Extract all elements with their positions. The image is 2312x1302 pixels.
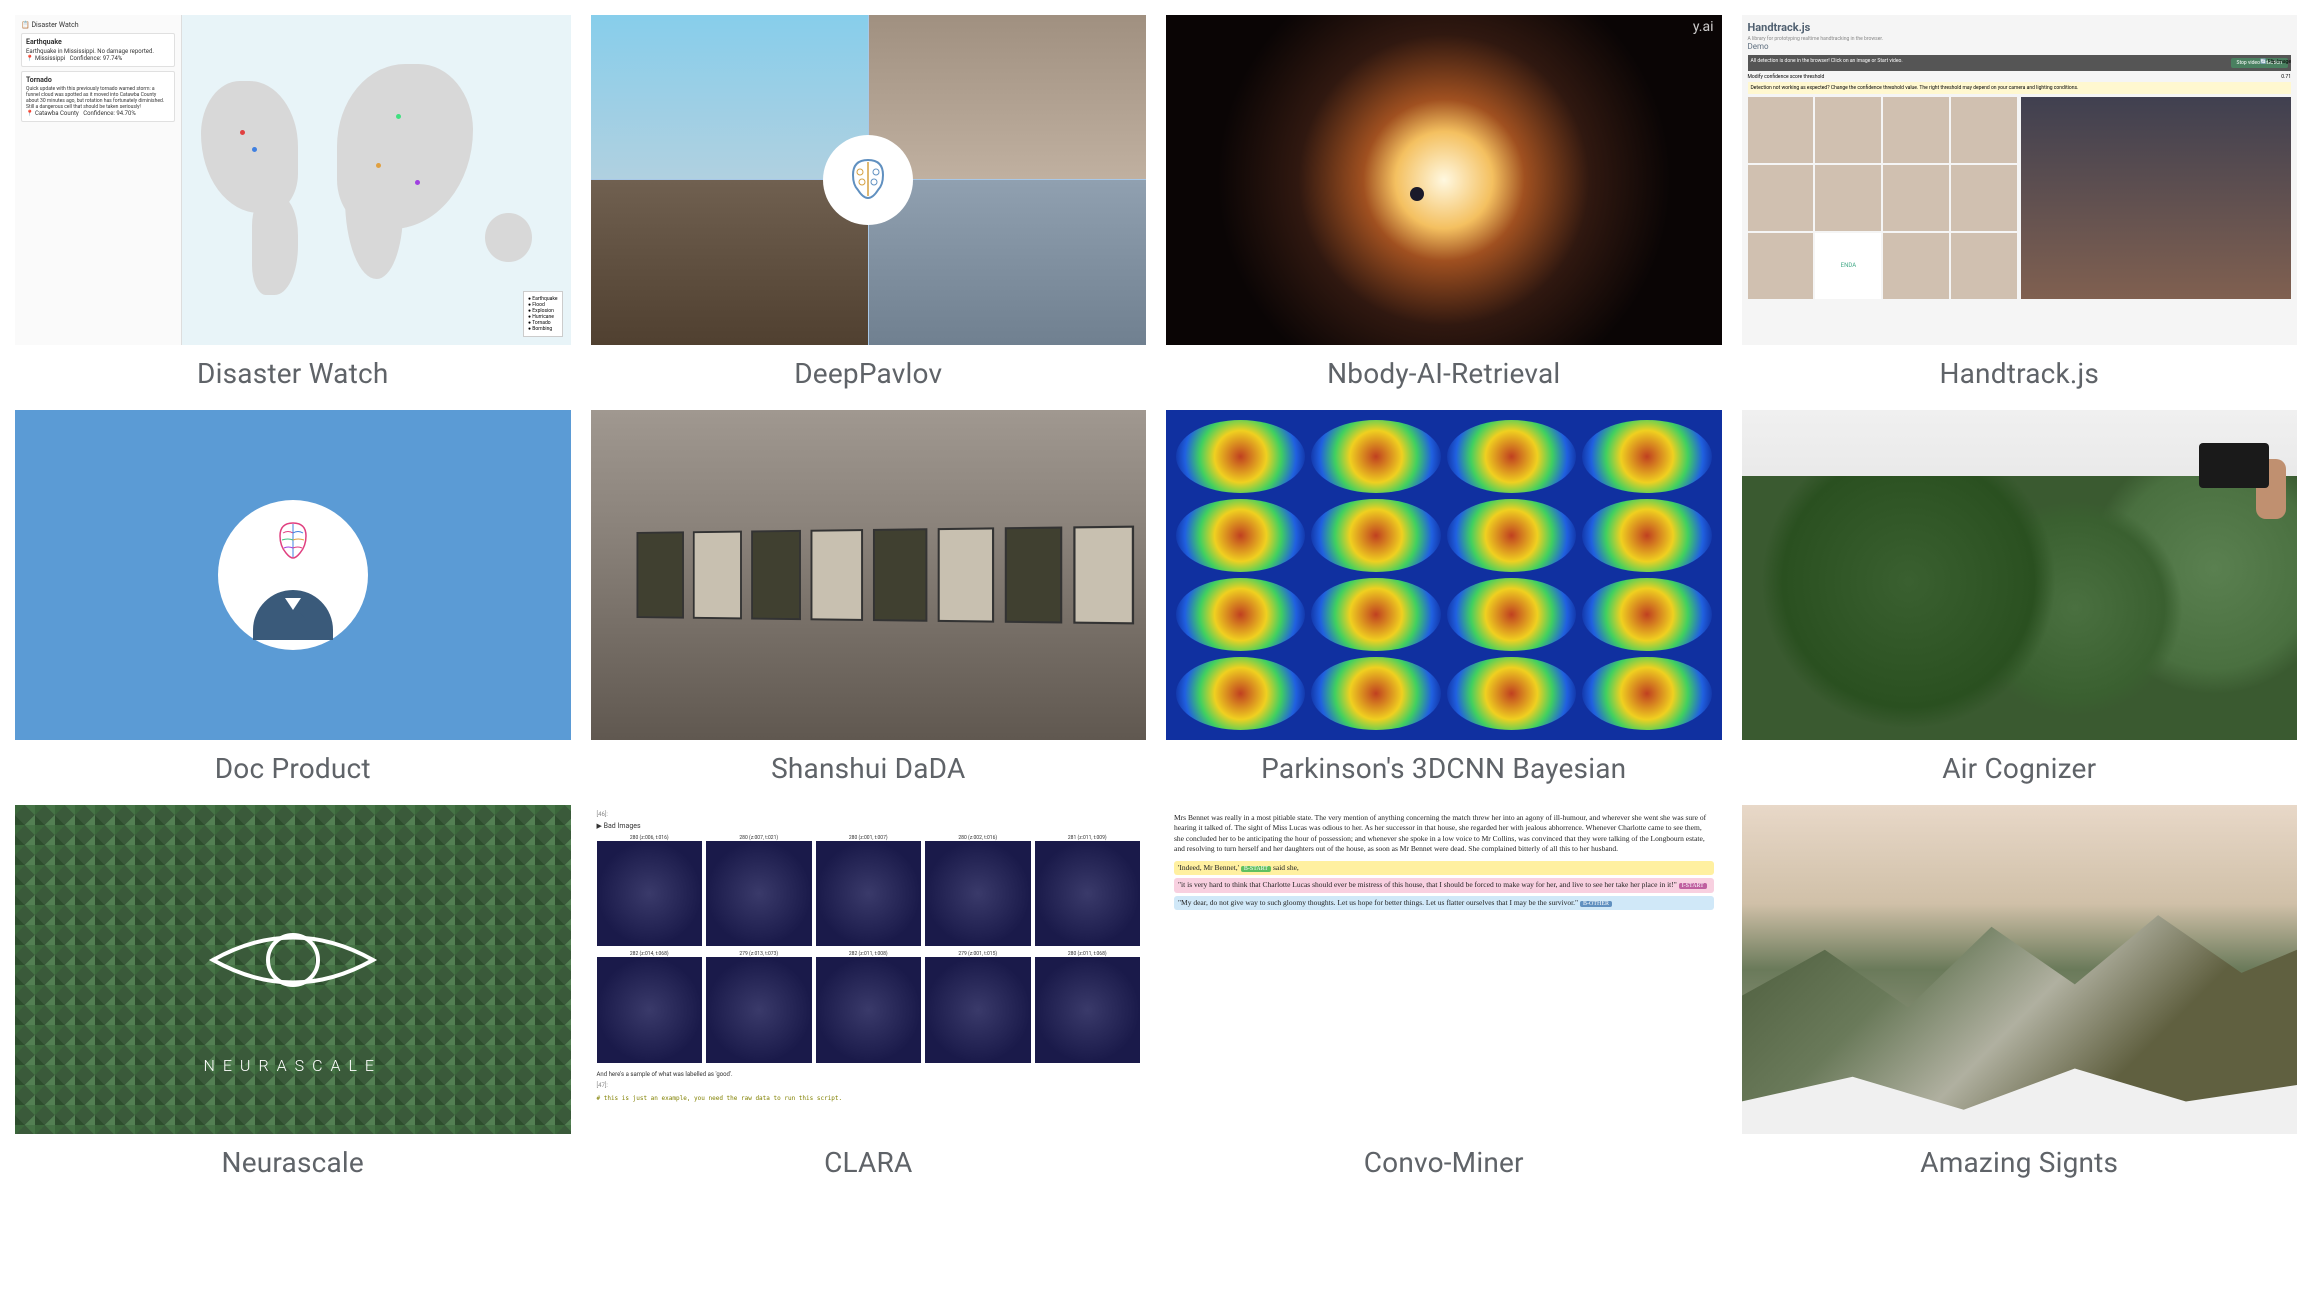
card-neurascale[interactable]: NEURASCALE Neurascale xyxy=(15,805,571,1180)
card-clara[interactable]: [46]: ▶ Bad Images 280 (z:006, t:016) 28… xyxy=(591,805,1147,1180)
card-docproduct[interactable]: Doc Product xyxy=(15,410,571,785)
thumbnail-docproduct xyxy=(15,410,571,740)
thumbnail-parkinsons xyxy=(1166,410,1722,740)
thumbnail-deeppavlov xyxy=(591,15,1147,345)
card-title-amazingsights: Amazing Signts xyxy=(1920,1146,2118,1179)
cm-line-3: "My dear, do not give way to such gloomy… xyxy=(1174,896,1714,911)
thumbnail-handtrack: Handtrack.js A library for prototyping r… xyxy=(1742,15,2298,345)
brain-icon xyxy=(268,518,318,563)
thumbnail-neurascale: NEURASCALE xyxy=(15,805,571,1135)
card-title-parkinsons: Parkinson's 3DCNN Bayesian xyxy=(1261,752,1626,785)
dw-legend: ● Earthquake ● Flood ● Explosion ● Hurri… xyxy=(523,291,563,337)
thumbnail-convominer: Mrs Bennet was really in a most pitiable… xyxy=(1166,805,1722,1135)
card-title-docproduct: Doc Product xyxy=(215,752,371,785)
thumbnail-disaster-watch: 📋 Disaster Watch Earthquake Earthquake i… xyxy=(15,15,571,345)
dw-event-sub-1: Quick update with this previously tornad… xyxy=(26,86,170,110)
card-title-nbody: Nbody-AI-Retrieval xyxy=(1327,357,1560,390)
thumbnail-aircognizer xyxy=(1742,410,2298,740)
card-nbody[interactable]: y.ai Nbody-AI-Retrieval xyxy=(1166,15,1722,390)
thumbnail-amazingsights xyxy=(1742,805,2298,1135)
card-parkinsons[interactable]: Parkinson's 3DCNN Bayesian xyxy=(1166,410,1722,785)
card-convominer[interactable]: Mrs Bennet was really in a most pitiable… xyxy=(1166,805,1722,1180)
project-grid: 📋 Disaster Watch Earthquake Earthquake i… xyxy=(15,15,2297,1179)
dw-event-sub-0: Earthquake in Mississippi. No damage rep… xyxy=(26,48,170,55)
cm-paragraph: Mrs Bennet was really in a most pitiable… xyxy=(1174,813,1714,855)
card-title-handtrack: Handtrack.js xyxy=(1939,357,2099,390)
card-title-shanshui: Shanshui DaDA xyxy=(771,752,965,785)
ht-notice: Detection not working as expected? Chang… xyxy=(1748,82,2292,94)
card-handtrack[interactable]: Handtrack.js A library for prototyping r… xyxy=(1742,15,2298,390)
neurascale-logo-text: NEURASCALE xyxy=(203,1056,382,1075)
ht-header: Handtrack.js xyxy=(1748,21,2292,34)
eye-icon xyxy=(203,910,383,1010)
doctor-icon xyxy=(253,590,333,640)
card-disaster-watch[interactable]: 📋 Disaster Watch Earthquake Earthquake i… xyxy=(15,15,571,390)
nbody-watermark: y.ai xyxy=(1693,19,1714,35)
thumbnail-shanshui xyxy=(591,410,1147,740)
card-title-clara: CLARA xyxy=(824,1146,912,1179)
card-amazingsights[interactable]: Amazing Signts xyxy=(1742,805,2298,1180)
dw-event-title-0: Earthquake xyxy=(26,38,170,46)
card-title-disaster-watch: Disaster Watch xyxy=(197,357,388,390)
card-aircognizer[interactable]: Air Cognizer xyxy=(1742,410,2298,785)
cm-line-1: 'Indeed, Mr Bennet,' B-START said she, xyxy=(1174,861,1714,876)
card-deeppavlov[interactable]: DeepPavlov xyxy=(591,15,1147,390)
thumbnail-nbody: y.ai xyxy=(1166,15,1722,345)
brain-icon xyxy=(823,135,913,225)
ht-demo-label: Demo xyxy=(1748,42,2292,51)
card-shanshui[interactable]: Shanshui DaDA xyxy=(591,410,1147,785)
cm-line-2: "it is very hard to think that Charlotte… xyxy=(1174,878,1714,893)
phone-icon xyxy=(2199,443,2269,488)
card-title-convominer: Convo-Miner xyxy=(1364,1146,1524,1179)
card-title-deeppavlov: DeepPavlov xyxy=(794,357,942,390)
card-title-aircognizer: Air Cognizer xyxy=(1942,752,2096,785)
dw-event-title-1: Tornado xyxy=(26,76,170,84)
dw-app-title: Disaster Watch xyxy=(31,21,78,29)
thumbnail-clara: [46]: ▶ Bad Images 280 (z:006, t:016) 28… xyxy=(591,805,1147,1135)
card-title-neurascale: Neurascale xyxy=(222,1146,364,1179)
planet-icon xyxy=(1410,187,1424,201)
